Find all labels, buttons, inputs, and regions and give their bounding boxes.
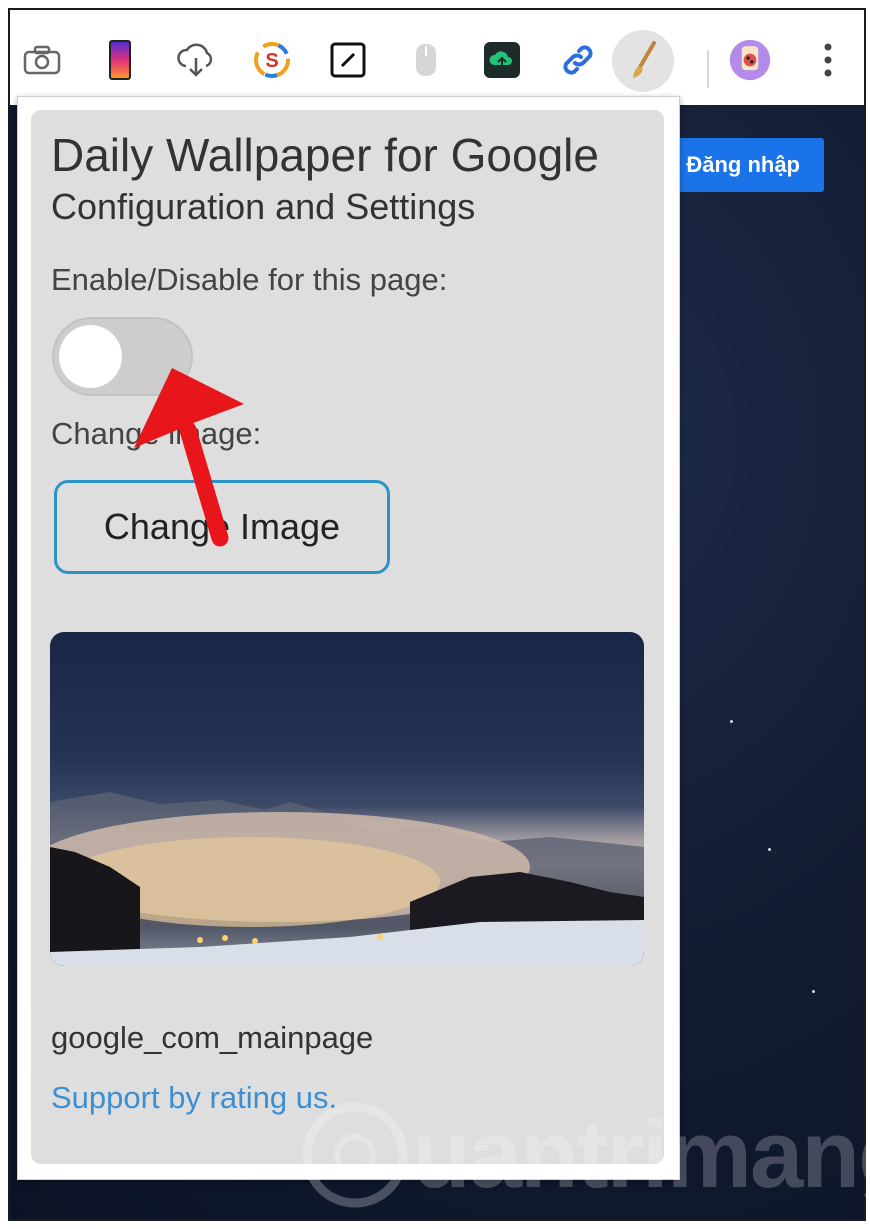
- more-vert-icon[interactable]: [806, 38, 850, 82]
- mouse-icon[interactable]: [404, 38, 448, 82]
- red-arrow-annotation: [134, 368, 244, 547]
- edit-square-icon[interactable]: [326, 38, 370, 82]
- phone-gradient-icon[interactable]: [98, 38, 142, 82]
- popup-title: Daily Wallpaper for Google: [51, 129, 599, 181]
- star-dot: [812, 990, 815, 993]
- star-dot: [768, 848, 771, 851]
- s-extension-icon[interactable]: S: [250, 38, 294, 82]
- link-icon[interactable]: [556, 38, 600, 82]
- extension-toolbar: S: [10, 10, 864, 105]
- cloud-upload-green-icon[interactable]: [480, 38, 524, 82]
- toolbar-separator: [707, 50, 709, 88]
- support-rating-link[interactable]: Support by rating us.: [51, 1080, 337, 1116]
- camera-icon[interactable]: [20, 38, 64, 82]
- avatar-extension-icon[interactable]: [728, 38, 772, 82]
- wallpaper-filename: google_com_mainpage: [51, 1020, 374, 1055]
- star-dot: [730, 720, 733, 723]
- toggle-knob: [59, 325, 122, 388]
- cloud-download-icon[interactable]: [174, 38, 218, 82]
- popup-subtitle: Configuration and Settings: [51, 186, 476, 227]
- watermark-logo: uantrimang: [300, 1100, 870, 1210]
- paintbrush-icon[interactable]: [612, 30, 674, 92]
- sign-in-button[interactable]: Đăng nhập: [658, 138, 824, 192]
- toggle-label: Enable/Disable for this page:: [51, 262, 448, 297]
- svg-text:S: S: [265, 50, 278, 72]
- wallpaper-preview-image: [50, 632, 644, 966]
